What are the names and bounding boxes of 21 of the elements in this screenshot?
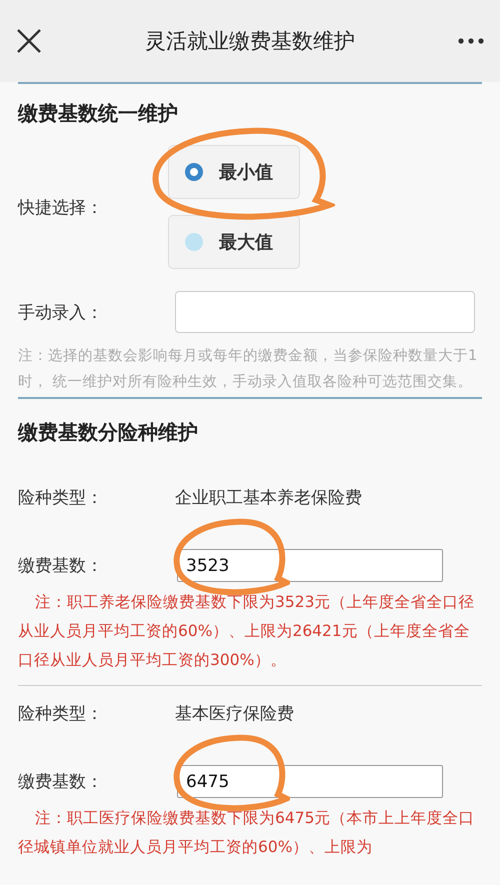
- section-title: 缴费基数统一维护: [18, 100, 179, 127]
- radio-option[interactable]: 最大值: [168, 215, 300, 269]
- insurance-type: 基本医疗保险费: [175, 703, 294, 725]
- page-title: 灵活就业缴费基数维护: [145, 28, 355, 55]
- radio-option[interactable]: 最小值: [168, 145, 300, 199]
- field-label: 快捷选择：: [18, 196, 104, 218]
- input-field[interactable]: [175, 291, 475, 333]
- section-title: 缴费基数分险种维护: [18, 419, 199, 446]
- note-text: 注：职工医疗保险缴费基数下限为6475元（本市上上年度全口径城镇单位就业人员月平均工资的60%）、上限为: [18, 808, 476, 858]
- note-text: 注：职工养老保险缴费基数下限为3523元（上年度全省全口径从业人员月平均工资的60%）、上限为26421元（上年度全省全口径从业人员月平均工资的300%）。: [18, 592, 476, 671]
- input-field[interactable]: 6475: [177, 765, 443, 798]
- field-label: 险种类型：: [18, 487, 104, 509]
- field-label: 缴费基数：: [18, 555, 104, 577]
- more-icon[interactable]: [458, 37, 484, 45]
- field-label: 手动录入：: [18, 302, 104, 324]
- close-icon[interactable]: [16, 28, 42, 54]
- note-text: 注：选择的基数会影响每月或每年的缴费金额，当参保险种数量大于1时， 统一维护对所有险种生效，手动录入值取各险种可选范围交集。: [18, 346, 478, 392]
- input-field[interactable]: 3523: [177, 549, 443, 582]
- field-label: 缴费基数：: [18, 771, 104, 793]
- field-label: 险种类型：: [18, 703, 104, 725]
- insurance-type: 企业职工基本养老保险费: [175, 487, 362, 509]
